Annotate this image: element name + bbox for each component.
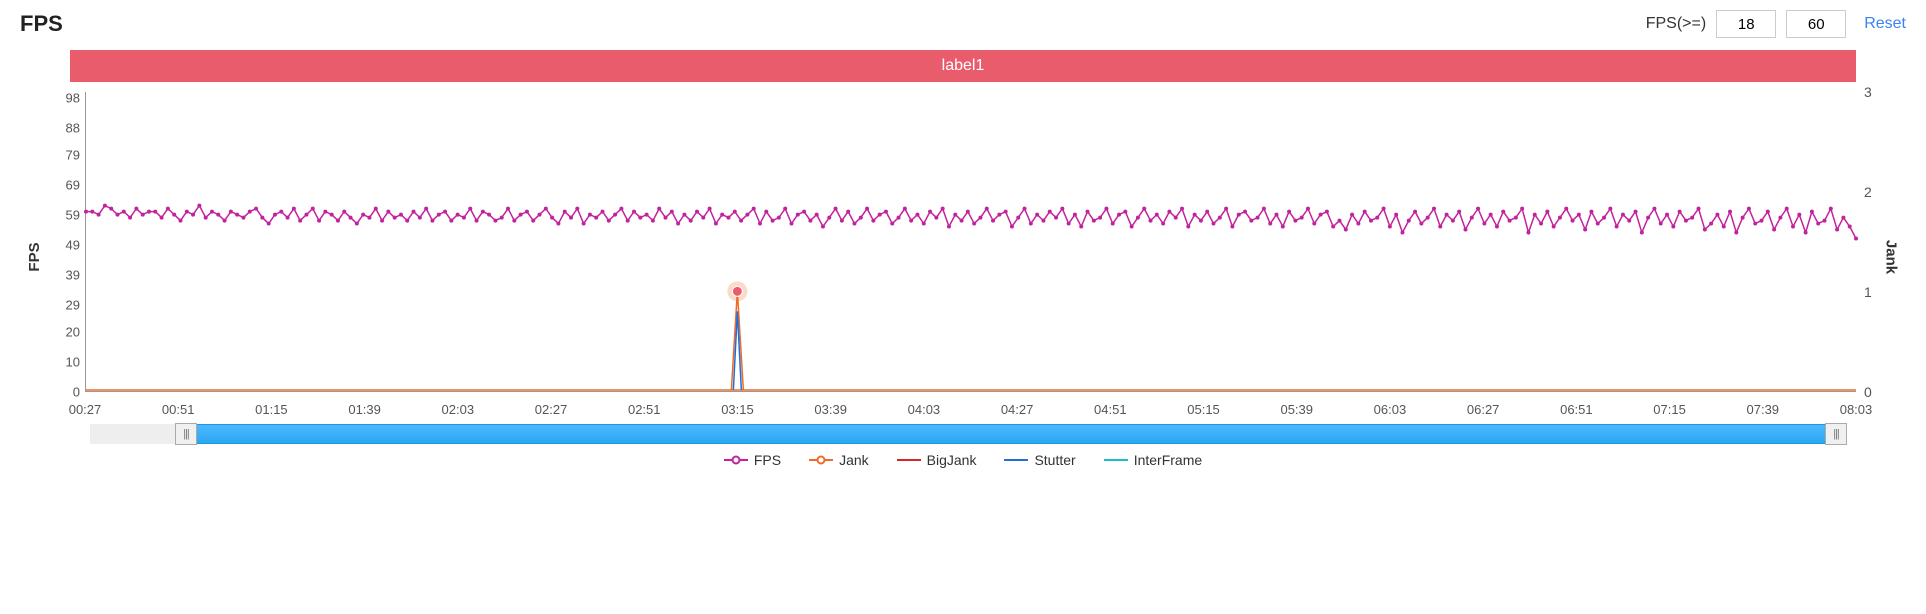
x-tick: 03:15 [721, 402, 754, 417]
y-left-tick: 20 [50, 325, 80, 340]
x-tick: 06:51 [1560, 402, 1593, 417]
y-left-tick: 98 [50, 91, 80, 106]
legend-item[interactable]: Stutter [1004, 452, 1075, 468]
x-tick: 04:27 [1001, 402, 1034, 417]
x-tick: 06:27 [1467, 402, 1500, 417]
legend-marker-icon [1004, 455, 1028, 465]
y-left-tick: 59 [50, 208, 80, 223]
y-left-tick: 88 [50, 121, 80, 136]
legend-label: Jank [839, 452, 869, 468]
x-tick: 03:39 [814, 402, 847, 417]
x-tick: 04:03 [908, 402, 941, 417]
x-tick: 02:03 [442, 402, 475, 417]
y-left-tick: 49 [50, 238, 80, 253]
fps-controls: FPS(>=) Reset [1646, 10, 1906, 38]
legend-marker-icon [897, 455, 921, 465]
time-range-slider[interactable]: ||| ||| [90, 424, 1836, 444]
legend-marker-icon [1104, 455, 1128, 465]
legend-item[interactable]: BigJank [897, 452, 977, 468]
slider-handle-right[interactable]: ||| [1825, 423, 1847, 445]
legend-item[interactable]: InterFrame [1104, 452, 1202, 468]
legend-label: BigJank [927, 452, 977, 468]
x-tick: 05:15 [1187, 402, 1220, 417]
y-axis-right-label: Jank [1882, 240, 1899, 274]
slider-handle-left[interactable]: ||| [175, 423, 197, 445]
fps-max-input[interactable] [1786, 10, 1846, 38]
x-tick: 01:39 [348, 402, 381, 417]
legend-item[interactable]: FPS [724, 452, 781, 468]
y-left-tick: 29 [50, 298, 80, 313]
chart-svg [86, 92, 1856, 391]
y-left-tick: 39 [50, 268, 80, 283]
y-left-tick: 79 [50, 148, 80, 163]
y-right-tick: 3 [1864, 84, 1884, 100]
slider-fill [186, 424, 1836, 444]
y-left-tick: 0 [50, 385, 80, 400]
x-tick: 05:39 [1280, 402, 1313, 417]
y-right-tick: 0 [1864, 384, 1884, 400]
x-tick: 00:51 [162, 402, 195, 417]
y-left-tick: 69 [50, 178, 80, 193]
x-tick: 02:27 [535, 402, 568, 417]
x-tick: 07:15 [1653, 402, 1686, 417]
legend-label: InterFrame [1134, 452, 1202, 468]
x-tick: 04:51 [1094, 402, 1127, 417]
x-tick: 01:15 [255, 402, 288, 417]
x-tick: 06:03 [1374, 402, 1407, 417]
x-tick: 02:51 [628, 402, 661, 417]
page-title: FPS [20, 11, 63, 37]
x-tick: 00:27 [69, 402, 102, 417]
label-bar[interactable]: label1 [70, 50, 1856, 82]
legend-label: Stutter [1034, 452, 1075, 468]
y-left-tick: 10 [50, 355, 80, 370]
y-right-tick: 1 [1864, 284, 1884, 300]
x-tick: 08:03 [1840, 402, 1873, 417]
plot-area [85, 92, 1856, 392]
chart-legend: FPS Jank BigJank Stutter InterFrame [20, 452, 1906, 468]
x-tick: 07:39 [1747, 402, 1780, 417]
legend-label: FPS [754, 452, 781, 468]
fps-min-input[interactable] [1716, 10, 1776, 38]
reset-link[interactable]: Reset [1864, 15, 1906, 33]
header: FPS FPS(>=) Reset [20, 10, 1906, 38]
fps-chart: FPS Jank 010202939495969798898 0123 00:2… [30, 92, 1896, 422]
y-right-tick: 2 [1864, 184, 1884, 200]
legend-marker-icon [724, 455, 748, 465]
legend-marker-icon [809, 455, 833, 465]
legend-item[interactable]: Jank [809, 452, 869, 468]
fps-threshold-label: FPS(>=) [1646, 15, 1706, 33]
y-axis-left-label: FPS [26, 242, 43, 271]
